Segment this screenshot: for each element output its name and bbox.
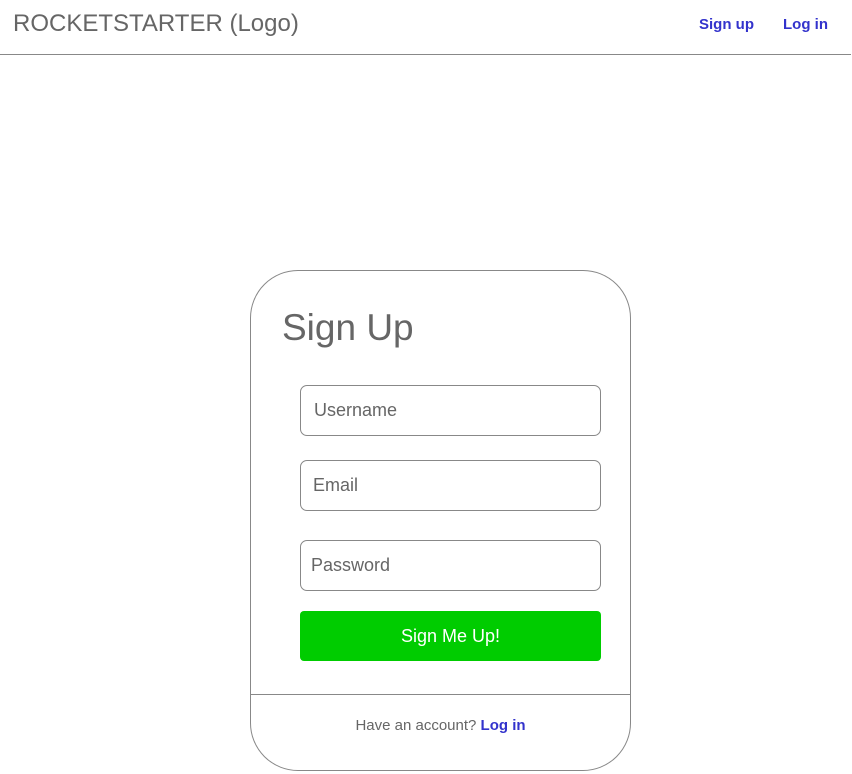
signup-title: Sign Up — [282, 307, 414, 348]
sign-me-up-button[interactable]: Sign Me Up! — [300, 611, 601, 661]
password-input[interactable] — [300, 540, 601, 591]
nav-signup-link[interactable]: Sign up — [699, 16, 754, 33]
logo-text[interactable]: ROCKETSTARTER (Logo) — [13, 10, 299, 38]
card-divider — [251, 694, 630, 695]
email-input[interactable] — [300, 460, 601, 511]
top-header: ROCKETSTARTER (Logo) Sign up Log in — [0, 0, 851, 55]
username-input[interactable] — [300, 385, 601, 436]
footer-login-link[interactable]: Log in — [481, 717, 526, 734]
nav-login-link[interactable]: Log in — [783, 16, 828, 33]
have-account-text: Have an account? — [355, 717, 477, 734]
have-account-line: Have an account? Log in — [251, 717, 630, 734]
signup-card: Sign Up Sign Me Up! Have an account? Log… — [250, 270, 631, 771]
